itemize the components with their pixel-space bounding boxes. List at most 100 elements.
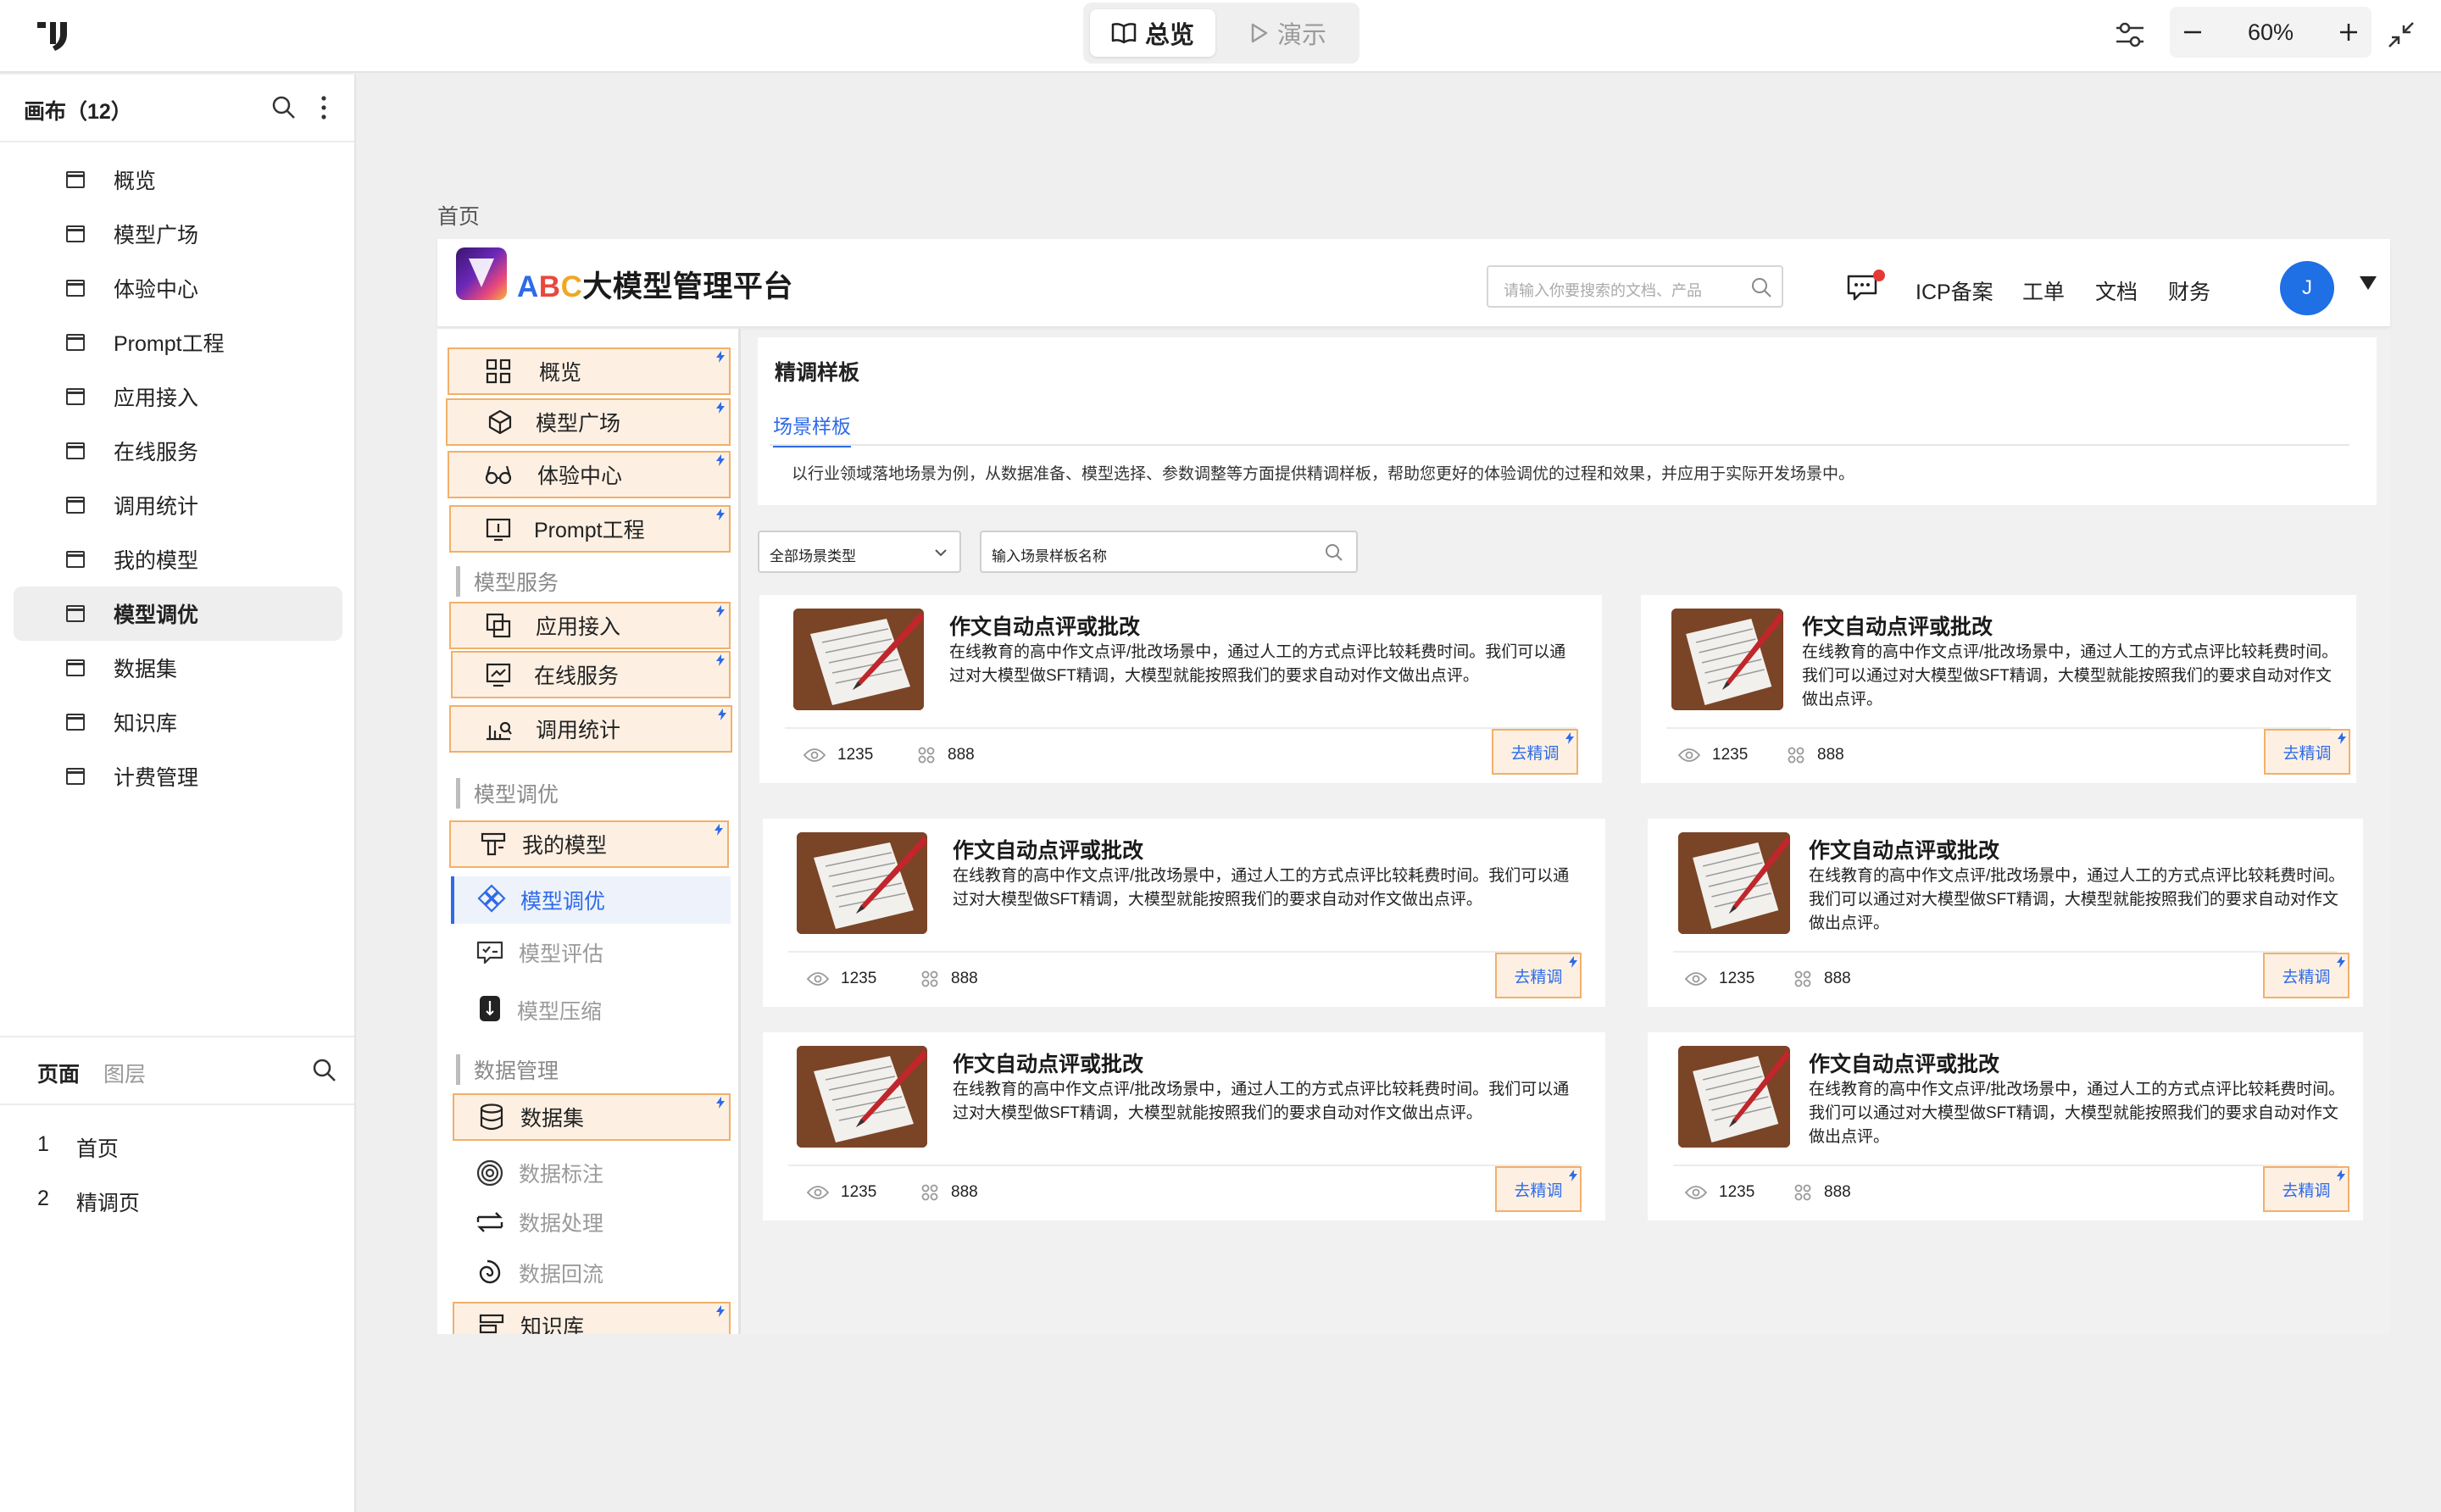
canvas-item-selected[interactable]: 模型调优 [14, 586, 342, 641]
sidebar-item-model-eval[interactable]: 模型评估 [453, 929, 731, 976]
sidebar-item-data-process[interactable]: 数据处理 [453, 1198, 731, 1246]
caret-down-icon[interactable] [2360, 276, 2377, 290]
card-description: 在线教育的高中作文点评/批改场景中，通过人工的方式点评比较耗费时间。我们可以通过… [953, 867, 1570, 909]
page-icon [66, 714, 85, 731]
database-icon [476, 1102, 507, 1132]
apps-icon [921, 970, 938, 987]
card-uses: 888 [1787, 746, 1844, 764]
bolt-icon [715, 824, 723, 836]
go-tune-button[interactable]: 去精调 [2263, 953, 2349, 998]
canvas-item[interactable]: 知识库 [14, 695, 342, 749]
card-views: 1235 [807, 1183, 876, 1202]
card-title: 作文自动点评或批改 [953, 1053, 1144, 1076]
nav-ticket[interactable]: 工单 [2022, 275, 2065, 306]
go-tune-button[interactable]: 去精调 [1492, 729, 1578, 775]
canvas-item[interactable]: 计费管理 [14, 749, 342, 803]
settings-sliders-icon[interactable] [2110, 15, 2149, 54]
nav-icp[interactable]: ICP备案 [1916, 275, 1993, 306]
tab-layers[interactable]: 图层 [103, 1058, 146, 1088]
search-icon[interactable] [312, 1058, 337, 1083]
scene-card[interactable]: 作文自动点评或批改 在线教育的高中作文点评/批改场景中，通过人工的方式点评比较耗… [1641, 595, 2356, 783]
zoom-level[interactable]: 60% [2216, 7, 2326, 58]
scene-card[interactable]: 作文自动点评或批改 在线教育的高中作文点评/批改场景中，通过人工的方式点评比较耗… [763, 819, 1605, 1007]
canvas-item[interactable]: 在线服务 [14, 424, 342, 478]
scene-card[interactable]: 作文自动点评或批改 在线教育的高中作文点评/批改场景中，通过人工的方式点评比较耗… [759, 595, 1602, 783]
card-thumbnail [1678, 832, 1790, 934]
page-row[interactable]: 1 首页 [37, 1132, 119, 1166]
sidebar-item-experience[interactable]: 体验中心 [448, 451, 731, 498]
card-thumbnail [1671, 609, 1783, 710]
bolt-icon [716, 1097, 725, 1109]
zoom-out-button[interactable] [2170, 7, 2216, 58]
present-button[interactable]: 演示 [1224, 9, 1353, 57]
nav-docs[interactable]: 文档 [2095, 275, 2138, 306]
go-tune-button[interactable]: 去精调 [1495, 1166, 1582, 1212]
tuning-template-header: 精调样板 场景样板 以行业领域落地场景为例，从数据准备、模型选择、参数调整等方面… [758, 337, 2377, 505]
canvas-item[interactable]: Prompt工程 [14, 315, 342, 370]
more-icon[interactable] [315, 93, 332, 122]
sidebar-item-knowledge[interactable]: 知识库 [453, 1302, 731, 1334]
go-tune-button[interactable]: 去精调 [2263, 1166, 2349, 1212]
stats-icon [483, 714, 514, 744]
frame-label[interactable]: 首页 [437, 200, 480, 231]
go-tune-button[interactable]: 去精调 [1495, 953, 1582, 998]
card-thumbnail [1678, 1046, 1790, 1148]
scene-card[interactable]: 作文自动点评或批改 在线教育的高中作文点评/批改场景中，通过人工的方式点评比较耗… [1648, 819, 2363, 1007]
canvas-count-title: 画布（12） [24, 100, 132, 124]
section-data-mgmt: 数据管理 [456, 1054, 559, 1085]
apps-icon [1794, 1184, 1811, 1201]
canvas-item[interactable]: 概览 [14, 153, 342, 207]
sidebar-item-overview[interactable]: 概览 [448, 347, 731, 395]
search-icon[interactable] [271, 95, 297, 120]
global-search-input[interactable]: 请输入你要搜索的文档、产品 [1487, 265, 1783, 308]
sidebar-item-dataset[interactable]: 数据集 [453, 1093, 731, 1141]
scene-card[interactable]: 作文自动点评或批改 在线教育的高中作文点评/批改场景中，通过人工的方式点评比较耗… [1648, 1032, 2363, 1220]
sidebar-item-model-compress[interactable]: 模型压缩 [453, 987, 731, 1034]
sidebar-item-model-square[interactable]: 模型广场 [446, 398, 731, 446]
canvas-frame[interactable]: ABC大模型管理平台 请输入你要搜索的文档、产品 ICP备案 工单 文档 财务 … [437, 239, 2390, 1334]
card-description: 在线教育的高中作文点评/批改场景中，通过人工的方式点评比较耗费时间。我们可以通过… [1809, 1081, 2345, 1146]
card-description: 在线教育的高中作文点评/批改场景中，通过人工的方式点评比较耗费时间。我们可以通过… [1809, 867, 2345, 932]
card-description: 在线教育的高中作文点评/批改场景中，通过人工的方式点评比较耗费时间。我们可以通过… [1802, 643, 2338, 709]
canvas-item[interactable]: 我的模型 [14, 532, 342, 586]
canvas-item[interactable]: 模型广场 [14, 207, 342, 261]
collapse-icon[interactable] [2382, 15, 2421, 54]
sidebar-item-online-service[interactable]: 在线服务 [451, 651, 731, 698]
nav-finance[interactable]: 财务 [2168, 275, 2210, 306]
sidebar-item-prompt[interactable]: Prompt工程 [449, 505, 731, 553]
notification-badge [1873, 270, 1885, 281]
app-header: ABC大模型管理平台 请输入你要搜索的文档、产品 ICP备案 工单 文档 财务 … [437, 239, 2390, 327]
bolt-icon [1565, 732, 1574, 744]
sidebar-item-data-annotate[interactable]: 数据标注 [453, 1149, 731, 1197]
sidebar-item-app-access[interactable]: 应用接入 [449, 602, 731, 649]
bolt-icon [1569, 956, 1577, 968]
tab-scene-template[interactable]: 场景样板 [773, 410, 851, 447]
go-tune-button[interactable]: 去精调 [2264, 729, 2350, 775]
apps-icon [1794, 970, 1811, 987]
overview-button[interactable]: 总览 [1090, 9, 1215, 57]
sidebar-item-model-tuning[interactable]: 模型调优 [451, 876, 731, 924]
canvas-item[interactable]: 应用接入 [14, 370, 342, 424]
canvas-item[interactable]: 数据集 [14, 641, 342, 695]
canvas-item[interactable]: 调用统计 [14, 478, 342, 532]
canvas-item[interactable]: 体验中心 [14, 261, 342, 315]
scene-name-search-input[interactable]: 输入场景样板名称 [980, 531, 1358, 573]
app-logo-icon[interactable] [34, 17, 75, 54]
page-icon [66, 334, 85, 351]
scene-type-select[interactable]: 全部场景类型 [758, 531, 961, 573]
scene-card[interactable]: 作文自动点评或批改 在线教育的高中作文点评/批改场景中，通过人工的方式点评比较耗… [763, 1032, 1605, 1220]
zoom-in-button[interactable] [2326, 7, 2371, 58]
sidebar-item-data-reflow[interactable]: 数据回流 [453, 1249, 731, 1297]
sidebar-item-call-stats[interactable]: 调用统计 [449, 705, 732, 753]
bolt-icon [716, 605, 725, 617]
sidebar-item-my-model[interactable]: 我的模型 [449, 820, 729, 868]
card-title: 作文自动点评或批改 [1802, 615, 1993, 639]
glasses-icon [483, 459, 514, 490]
tab-pages[interactable]: 页面 [37, 1058, 80, 1088]
card-description: 在线教育的高中作文点评/批改场景中，通过人工的方式点评比较耗费时间。我们可以通过… [953, 1081, 1570, 1122]
avatar[interactable]: J [2280, 261, 2334, 315]
bolt-icon [716, 509, 725, 520]
platform-logo-icon[interactable] [456, 247, 507, 300]
page-row[interactable]: 2 精调页 [37, 1187, 140, 1220]
apps-icon [921, 1184, 938, 1201]
